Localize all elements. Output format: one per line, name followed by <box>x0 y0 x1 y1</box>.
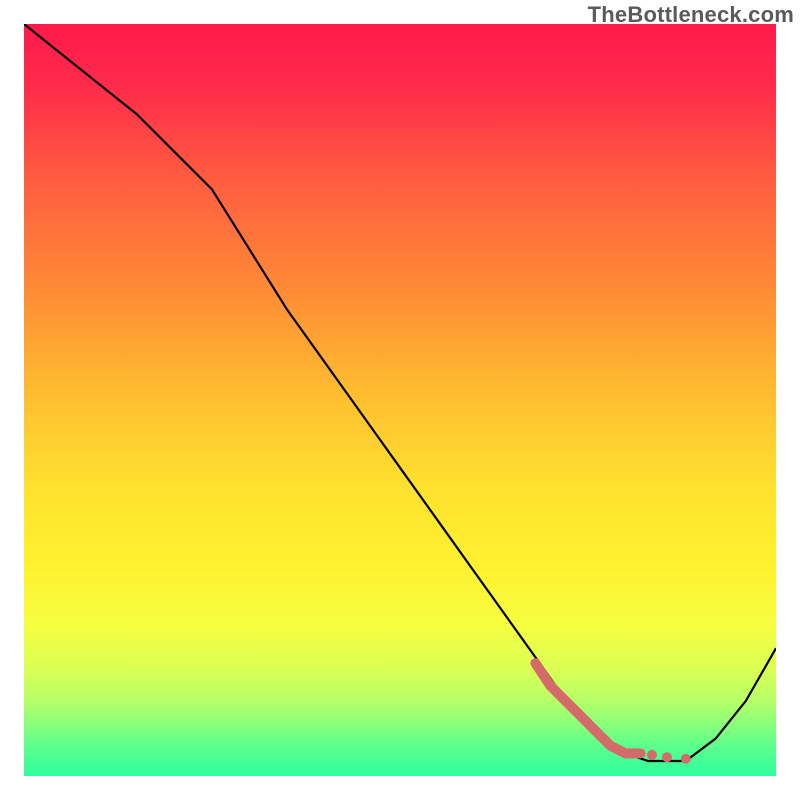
highlight-dot <box>681 754 691 764</box>
highlight-dot <box>647 750 657 760</box>
gradient-background <box>24 24 776 776</box>
plot-area <box>24 24 776 776</box>
highlight-dot <box>662 752 672 762</box>
chart-svg <box>24 24 776 776</box>
chart-container: TheBottleneck.com <box>0 0 800 800</box>
watermark-text: TheBottleneck.com <box>588 2 794 28</box>
